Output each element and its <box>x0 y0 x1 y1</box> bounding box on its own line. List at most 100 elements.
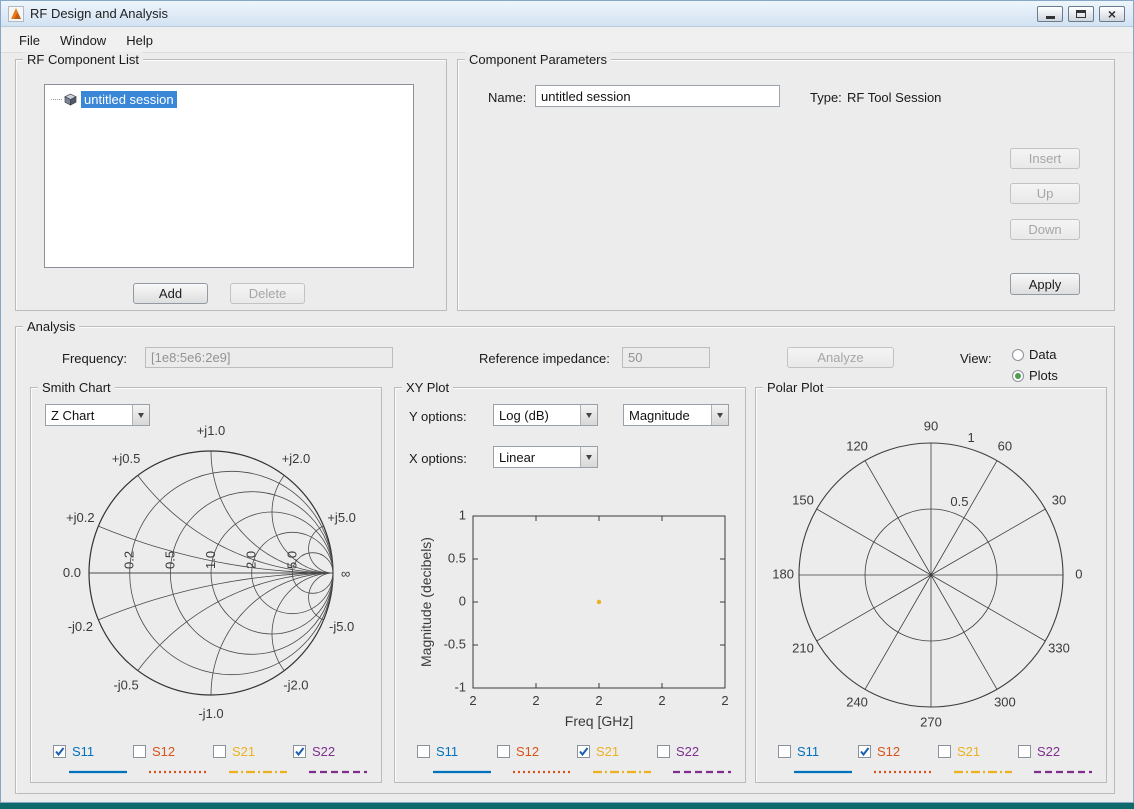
y-scale-dropdown[interactable]: Log (dB) <box>493 404 598 426</box>
minimize-button[interactable] <box>1037 6 1063 22</box>
polar-S22-legend-item: S22 <box>1018 744 1098 774</box>
svg-text:150: 150 <box>792 493 814 508</box>
app-window: RF Design and Analysis × File Window Hel… <box>0 0 1134 803</box>
menu-help[interactable]: Help <box>116 30 163 51</box>
impedance-label: Reference impedance: <box>479 351 610 366</box>
svg-text:1: 1 <box>967 430 974 445</box>
S22-line-sample <box>673 762 737 774</box>
menu-file[interactable]: File <box>9 30 50 51</box>
svg-text:30: 30 <box>1052 493 1066 508</box>
maximize-button[interactable] <box>1068 6 1094 22</box>
svg-text:330: 330 <box>1048 640 1070 655</box>
tree-item-session[interactable]: untitled session <box>51 91 413 108</box>
smith-S12-legend-item: S12 <box>133 744 213 774</box>
polar-S21-checkbox[interactable] <box>938 745 951 758</box>
plots-radio-button[interactable] <box>1012 369 1024 382</box>
add-button[interactable]: Add <box>133 283 208 304</box>
up-button[interactable]: Up <box>1010 183 1080 204</box>
frequency-field[interactable]: [1e8:5e6:2e9] <box>145 347 393 368</box>
xy-plot-title: XY Plot <box>402 380 454 395</box>
svg-text:0.5: 0.5 <box>162 551 177 569</box>
analysis-panel: Analysis Frequency: [1e8:5e6:2e9] Refere… <box>15 319 1115 794</box>
matlab-app-icon <box>8 5 24 22</box>
svg-text:5.0: 5.0 <box>284 551 299 569</box>
polar-legend: S11 S12 S21 S22 <box>778 744 1098 774</box>
y-quantity-dropdown[interactable]: Magnitude <box>623 404 729 426</box>
component-parameters-title: Component Parameters <box>465 52 612 67</box>
xy-S12-checkbox[interactable] <box>497 745 510 758</box>
S11-line-sample <box>794 762 858 774</box>
polar-plot-chart: 0 30 60 90 120 150 180 210 240 270 300 330 0.5 1 <box>772 419 1082 730</box>
apply-button[interactable]: Apply <box>1010 273 1080 295</box>
svg-text:1.0: 1.0 <box>203 551 218 569</box>
svg-text:2: 2 <box>532 693 539 708</box>
svg-text:+j0.5: +j0.5 <box>112 451 141 466</box>
window-controls: × <box>1037 6 1125 22</box>
xy-S21-checkbox[interactable] <box>577 745 590 758</box>
svg-text:2: 2 <box>721 693 728 708</box>
data-radio-button[interactable] <box>1012 348 1024 361</box>
svg-text:1: 1 <box>459 507 466 522</box>
svg-text:0.5: 0.5 <box>448 550 466 565</box>
smith-S12-checkbox[interactable] <box>133 745 146 758</box>
svg-text:-j0.5: -j0.5 <box>113 678 138 693</box>
series-label: S21 <box>232 744 256 759</box>
view-plots-radio[interactable]: Plots <box>1012 368 1058 383</box>
polar-S12-checkbox[interactable] <box>858 745 871 758</box>
svg-text:+j1.0: +j1.0 <box>197 423 226 438</box>
polar-S22-checkbox[interactable] <box>1018 745 1031 758</box>
analyze-button[interactable]: Analyze <box>787 347 894 368</box>
svg-text:0: 0 <box>1075 566 1082 581</box>
close-icon: × <box>1107 6 1117 22</box>
y-options-label: Y options: <box>409 409 467 424</box>
smith-S22-checkbox[interactable] <box>293 745 306 758</box>
titlebar[interactable]: RF Design and Analysis × <box>1 1 1133 27</box>
smith-S21-checkbox[interactable] <box>213 745 226 758</box>
smith-S21-legend-item: S21 <box>213 744 293 774</box>
smith-chart-panel: Smith Chart Z Chart +j0.2 -j0.2 +j0.5 -j0.5… <box>30 380 382 783</box>
impedance-field[interactable]: 50 <box>622 347 710 368</box>
y-quantity-value: Magnitude <box>629 408 690 423</box>
close-button[interactable]: × <box>1099 6 1125 22</box>
view-data-radio[interactable]: Data <box>1012 347 1056 362</box>
xy-S11-checkbox[interactable] <box>417 745 430 758</box>
svg-text:2: 2 <box>469 693 476 708</box>
xy-S12-legend-item: S12 <box>497 744 577 774</box>
svg-text:-j1.0: -j1.0 <box>198 706 223 721</box>
window-title: RF Design and Analysis <box>30 6 169 21</box>
smith-S22-legend-item: S22 <box>293 744 373 774</box>
analysis-title: Analysis <box>23 319 80 334</box>
component-parameters-panel: Component Parameters Name: Type: RF Tool… <box>457 52 1115 311</box>
view-label: View: <box>960 351 992 366</box>
x-scale-dropdown[interactable]: Linear <box>493 446 598 468</box>
delete-button[interactable]: Delete <box>230 283 305 304</box>
series-label: S11 <box>436 744 459 759</box>
svg-text:-1: -1 <box>454 679 466 694</box>
menubar: File Window Help <box>1 28 1133 53</box>
series-label: S21 <box>596 744 620 759</box>
polar-S11-checkbox[interactable] <box>778 745 791 758</box>
smith-S11-checkbox[interactable] <box>53 745 66 758</box>
component-cube-icon <box>64 93 77 106</box>
y-scale-value: Log (dB) <box>499 408 549 423</box>
down-button[interactable]: Down <box>1010 219 1080 240</box>
x-options-label: X options: <box>409 451 467 466</box>
type-value: RF Tool Session <box>847 90 942 105</box>
frequency-label: Frequency: <box>62 351 128 366</box>
svg-text:Magnitude (decibels): Magnitude (decibels) <box>418 537 434 667</box>
series-label: S12 <box>516 744 540 759</box>
component-tree[interactable]: untitled session <box>44 84 414 268</box>
series-label: S12 <box>877 744 901 759</box>
tree-connector <box>51 99 62 100</box>
series-label: S22 <box>1037 744 1061 759</box>
smith-chart: +j0.2 -j0.2 +j0.5 -j0.5 +j1.0 -j1.0 +j2.0 -j2.0… <box>63 423 356 721</box>
svg-text:120: 120 <box>846 438 868 453</box>
xy-S22-checkbox[interactable] <box>657 745 670 758</box>
name-field[interactable] <box>535 85 780 107</box>
insert-button[interactable]: Insert <box>1010 148 1080 169</box>
svg-text:0: 0 <box>459 593 466 608</box>
minimize-icon <box>1045 16 1055 19</box>
svg-text:60: 60 <box>998 438 1012 453</box>
type-label: Type: <box>810 90 842 105</box>
menu-window[interactable]: Window <box>50 30 116 51</box>
